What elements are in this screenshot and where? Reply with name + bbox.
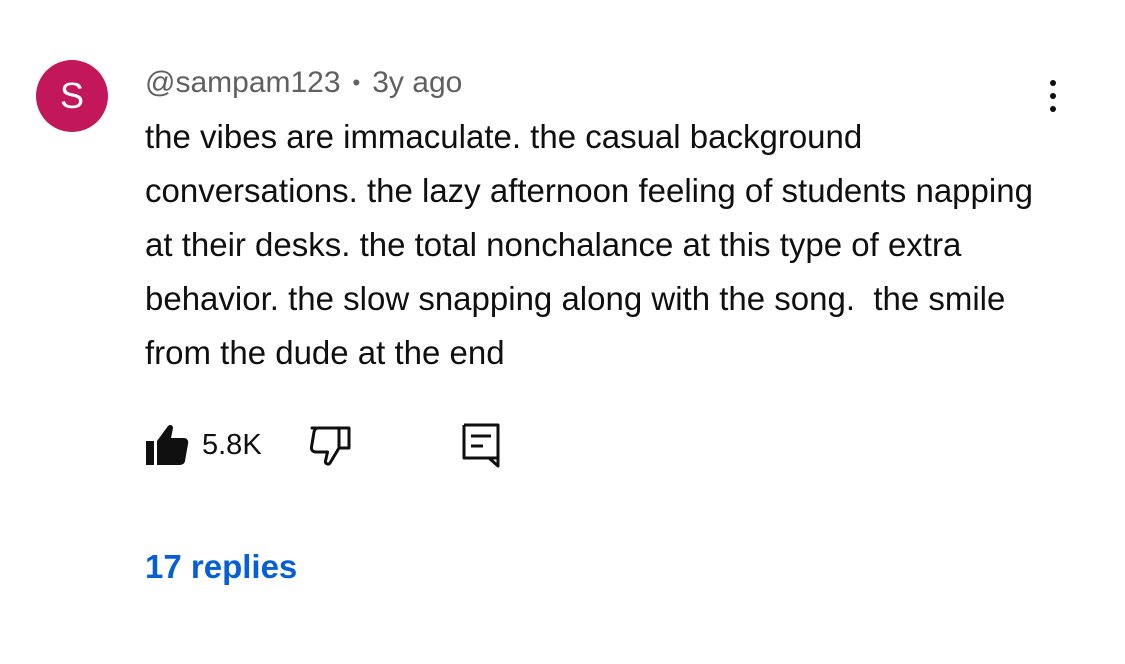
dislike-button[interactable] xyxy=(306,420,356,470)
more-dot xyxy=(1050,93,1056,99)
comment-reply-icon xyxy=(462,423,500,468)
avatar-letter: S xyxy=(59,75,84,116)
replies-link[interactable]: 17 replies xyxy=(145,548,297,586)
thumbs-up-icon xyxy=(146,424,189,465)
comment-actions: 5.8K xyxy=(142,420,506,470)
more-dot xyxy=(1050,80,1056,86)
like-count: 5.8K xyxy=(202,428,262,461)
like-button[interactable] xyxy=(142,420,192,470)
comment-header: @sampam123 • 3y ago xyxy=(145,64,462,102)
reply-button[interactable] xyxy=(456,420,506,470)
author-handle[interactable]: @sampam123 xyxy=(145,66,341,100)
avatar[interactable]: S xyxy=(36,60,108,132)
comment-text: the vibes are immaculate. the casual bac… xyxy=(145,118,1043,371)
separator-dot: • xyxy=(352,70,361,95)
timestamp[interactable]: 3y ago xyxy=(372,66,462,100)
thumbs-down-icon xyxy=(309,426,351,466)
